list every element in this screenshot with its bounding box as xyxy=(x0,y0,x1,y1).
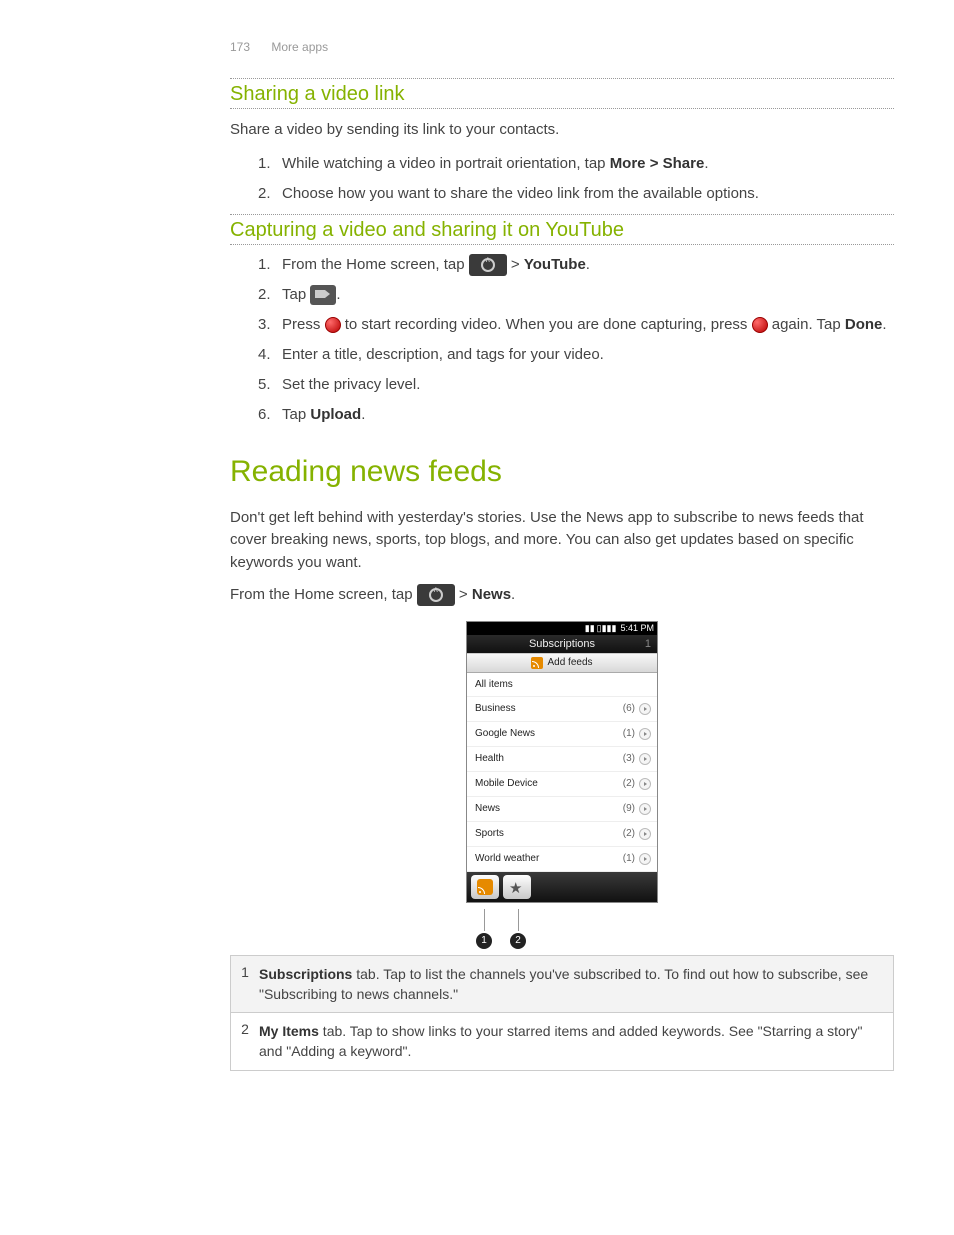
divider xyxy=(230,108,894,109)
apps-icon xyxy=(469,254,507,276)
camcorder-icon xyxy=(310,285,336,305)
callout-badge-1: 1 xyxy=(476,933,492,949)
page-section: More apps xyxy=(271,40,328,54)
rss-icon xyxy=(531,657,543,669)
leader-line xyxy=(484,909,485,931)
list-item[interactable]: News (9) xyxy=(467,797,657,822)
chevron-right-icon xyxy=(639,703,651,715)
step-item: Enter a title, description, and tags for… xyxy=(258,343,894,367)
list-item[interactable]: Google News (1) xyxy=(467,722,657,747)
chevron-right-icon xyxy=(639,853,651,865)
legend-table: 1 Subscriptions tab. Tap to list the cha… xyxy=(230,955,894,1071)
heading-capturing-youtube: Capturing a video and sharing it on YouT… xyxy=(230,215,894,244)
open-news: From the Home screen, tap > News. xyxy=(230,584,894,607)
add-feeds-label: Add feeds xyxy=(547,657,592,668)
intro-news: Don't get left behind with yesterday's s… xyxy=(230,507,894,575)
tab-my-items[interactable]: ★ xyxy=(503,875,531,899)
step-item: Press to start recording video. When you… xyxy=(258,313,894,337)
record-icon xyxy=(752,317,768,333)
list-item[interactable]: Sports (2) xyxy=(467,822,657,847)
intro-text: Share a video by sending its link to you… xyxy=(230,119,894,142)
chevron-right-icon xyxy=(639,803,651,815)
heading-reading-news: Reading news feeds xyxy=(230,455,894,489)
chevron-right-icon xyxy=(639,778,651,790)
title-bar: Subscriptions 1 xyxy=(467,635,657,653)
signal-icon: ▮▮ xyxy=(585,623,595,634)
title-label: Subscriptions xyxy=(529,638,595,650)
heading-sharing-video-link: Sharing a video link xyxy=(230,79,894,108)
steps-capturing: From the Home screen, tap > YouTube. Tap… xyxy=(258,253,894,427)
apps-icon xyxy=(417,584,455,606)
callout-badge-2: 2 xyxy=(510,933,526,949)
divider xyxy=(230,244,894,245)
step-item: Choose how you want to share the video l… xyxy=(258,182,894,206)
step-item: Tap Upload. xyxy=(258,403,894,427)
steps-sharing: While watching a video in portrait orien… xyxy=(258,152,894,206)
callout-pointers: 1 2 xyxy=(230,909,894,949)
phone-screenshot: ▮▮ ▯▮▮▮ 5:41 PM Subscriptions 1 Add feed… xyxy=(466,621,658,903)
chevron-right-icon xyxy=(639,753,651,765)
status-bar: ▮▮ ▯▮▮▮ 5:41 PM xyxy=(467,622,657,635)
add-feeds-button[interactable]: Add feeds xyxy=(467,653,657,673)
star-icon: ★ xyxy=(509,879,525,895)
list-item-all[interactable]: All items xyxy=(467,673,657,697)
title-count: 1 xyxy=(645,638,651,650)
table-row: 2 My Items tab. Tap to show links to you… xyxy=(231,1013,893,1070)
list-item[interactable]: Business (6) xyxy=(467,697,657,722)
table-row: 1 Subscriptions tab. Tap to list the cha… xyxy=(231,956,893,1014)
clock-text: 5:41 PM xyxy=(620,623,654,634)
chevron-right-icon xyxy=(639,828,651,840)
rss-icon xyxy=(477,879,493,895)
step-item: While watching a video in portrait orien… xyxy=(258,152,894,176)
signal-bars-icon: ▯▮▮▮ xyxy=(597,623,617,634)
list-item[interactable]: World weather (1) xyxy=(467,847,657,872)
chevron-right-icon xyxy=(639,728,651,740)
list-item[interactable]: Mobile Device (2) xyxy=(467,772,657,797)
bottom-tabs: ★ xyxy=(467,872,657,902)
step-item: Set the privacy level. xyxy=(258,373,894,397)
feed-list: All items Business (6) Google News (1) H… xyxy=(467,673,657,872)
step-item: Tap . xyxy=(258,283,894,307)
step-item: From the Home screen, tap > YouTube. xyxy=(258,253,894,277)
leader-line xyxy=(518,909,519,931)
page-number: 173 xyxy=(230,40,250,54)
tab-subscriptions[interactable] xyxy=(471,875,499,899)
list-item[interactable]: Health (3) xyxy=(467,747,657,772)
record-icon xyxy=(325,317,341,333)
page-header: 173 More apps xyxy=(230,40,894,54)
